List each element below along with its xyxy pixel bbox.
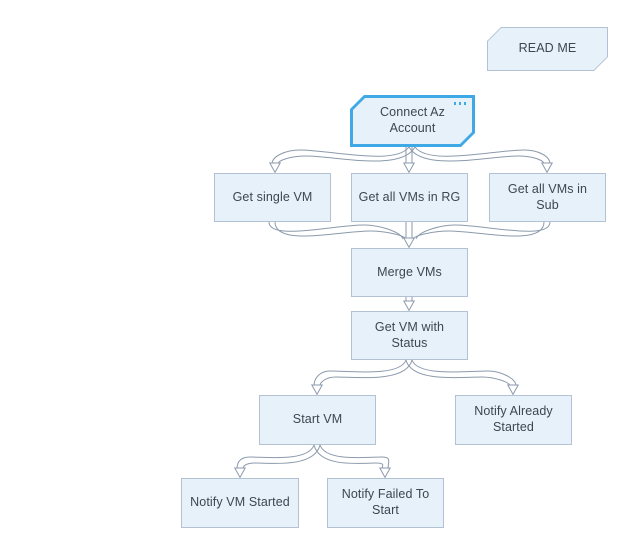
edge-connect-to-rg [403,147,415,173]
node-notify-already-started[interactable]: Notify Already Started [455,395,572,445]
node-get-single-vm[interactable]: Get single VM [214,173,331,222]
node-get-vm-with-status[interactable]: Get VM with Status [351,311,468,360]
edge-merge-to-status [403,297,415,311]
node-notify-vm-started[interactable]: Notify VM Started [181,478,299,528]
node-connect-az-account[interactable]: Connect Az Account [350,95,475,147]
node-get-all-vms-in-sub[interactable]: Get all VMs in Sub [489,173,606,222]
node-label: Notify Already Started [474,404,553,434]
edge-rg-to-merge [403,222,415,248]
node-label: Get all VMs in Sub [507,181,588,212]
node-start-vm[interactable]: Start VM [259,395,376,445]
edge-connect-to-single [269,146,416,173]
node-label: Notify Failed To Start [341,487,430,517]
edge-start-to-notify-started [234,444,321,478]
node-notify-failed-to-start[interactable]: Notify Failed To Start [327,478,444,528]
node-label: Start VM [292,412,343,427]
node-merge-vms[interactable]: Merge VMs [351,248,468,297]
node-label: Get single VM [232,189,313,204]
node-label: Get VM with Status [374,319,445,350]
node-label: READ ME [518,41,577,56]
node-label: Merge VMs [377,264,442,279]
node-label: Notify VM Started [190,495,290,510]
node-label: Get all VMs in RG [358,189,461,204]
node-get-all-vms-in-rg[interactable]: Get all VMs in RG [351,173,468,222]
edge-connect-to-sub [408,146,553,173]
edge-status-to-start [311,359,413,395]
flowchart-canvas: READ ME Connect Az Account Get single VM… [0,0,636,549]
edge-start-to-notify-failed [313,444,391,478]
node-label: Connect Az Account [380,105,445,135]
connector-layer [234,146,553,478]
node-read-me[interactable]: READ ME [487,27,608,71]
edge-status-to-already [405,359,519,395]
edge-single-to-merge [268,221,407,240]
edge-sub-to-merge [412,221,551,240]
node-menu-dots-icon[interactable] [453,102,466,105]
